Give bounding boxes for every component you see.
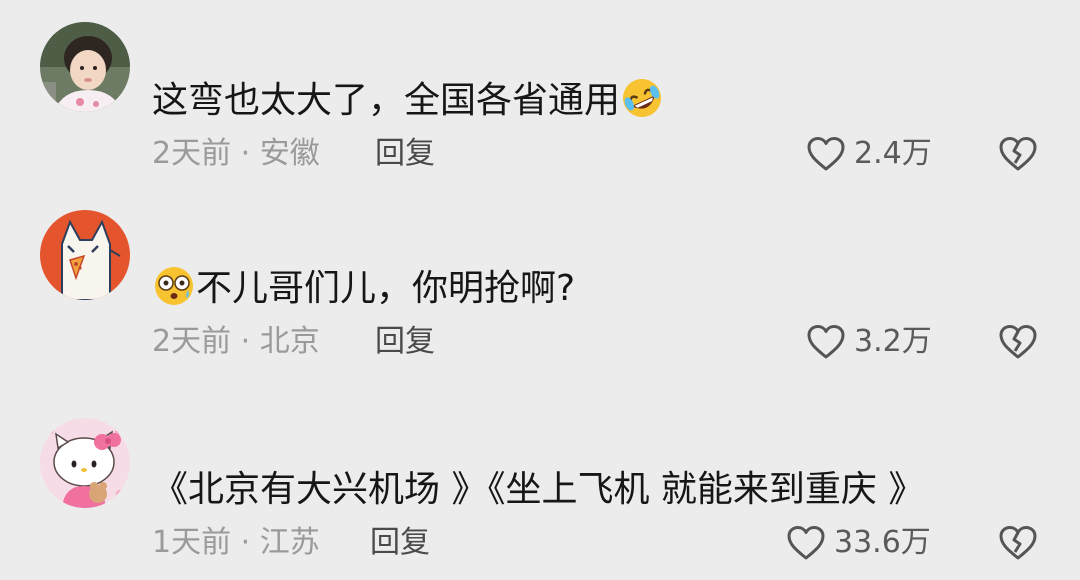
avatar[interactable] bbox=[40, 418, 130, 508]
broken-heart-icon[interactable] bbox=[998, 322, 1038, 362]
meta-separator: · bbox=[240, 136, 251, 171]
heart-outline-icon bbox=[807, 325, 845, 359]
avatar[interactable] bbox=[40, 210, 130, 300]
like-button[interactable]: 3.2万 bbox=[806, 322, 932, 362]
comment-text-content: 不儿哥们儿，你明抢啊? bbox=[196, 268, 576, 309]
comment-location: 江苏 bbox=[259, 525, 320, 560]
comment-item: 《北京有大兴机场 》《坐上飞机 就能来到重庆 》 1天前 · 江苏 回复 33.… bbox=[0, 380, 1080, 580]
comment-meta: 2天前 · 北京 bbox=[152, 324, 320, 360]
comment-time: 1天前 bbox=[152, 525, 232, 560]
like-button[interactable]: 2.4万 bbox=[806, 134, 932, 174]
broken-heart-icon[interactable] bbox=[998, 134, 1038, 174]
comment-item: 不儿哥们儿，你明抢啊? 2天前 · 北京 回复 3.2万 bbox=[0, 190, 1080, 380]
reply-button[interactable]: 回复 bbox=[370, 525, 430, 561]
comment-text-content: 这弯也太大了，全国各省通用 bbox=[152, 80, 621, 121]
reply-button[interactable]: 回复 bbox=[375, 324, 435, 360]
comment-time: 2天前 bbox=[152, 324, 232, 359]
comment-location: 北京 bbox=[259, 324, 320, 359]
rolling-on-floor-laughing-emoji bbox=[623, 79, 662, 117]
comment-text-content: 《北京有大兴机场 》《坐上飞机 就能来到重庆 》 bbox=[152, 469, 925, 510]
comment-meta: 2天前 · 安徽 bbox=[152, 136, 320, 172]
heart-outline-icon bbox=[787, 526, 825, 560]
comment-text: 《北京有大兴机场 》《坐上飞机 就能来到重庆 》 bbox=[152, 468, 924, 512]
avatar[interactable] bbox=[40, 22, 130, 112]
meta-separator: · bbox=[240, 525, 251, 560]
comment-location: 安徽 bbox=[259, 136, 320, 171]
meta-separator: · bbox=[240, 324, 251, 359]
like-count: 3.2万 bbox=[854, 324, 932, 359]
comment-text: 这弯也太大了，全国各省通用 bbox=[152, 76, 664, 123]
like-count: 2.4万 bbox=[854, 136, 932, 171]
comment-text: 不儿哥们儿，你明抢啊? bbox=[152, 264, 575, 311]
comment-meta: 1天前 · 江苏 bbox=[152, 525, 320, 561]
like-button[interactable]: 33.6万 bbox=[786, 523, 931, 563]
comment-item: 这弯也太大了，全国各省通用 2天前 · 安徽 回复 2.4万 bbox=[0, 0, 1080, 190]
comment-time: 2天前 bbox=[152, 136, 232, 171]
reply-button[interactable]: 回复 bbox=[375, 136, 435, 172]
like-count: 33.6万 bbox=[834, 525, 931, 560]
flushed-face-emoji bbox=[155, 267, 193, 305]
broken-heart-icon[interactable] bbox=[998, 523, 1038, 563]
heart-outline-icon bbox=[807, 137, 845, 171]
